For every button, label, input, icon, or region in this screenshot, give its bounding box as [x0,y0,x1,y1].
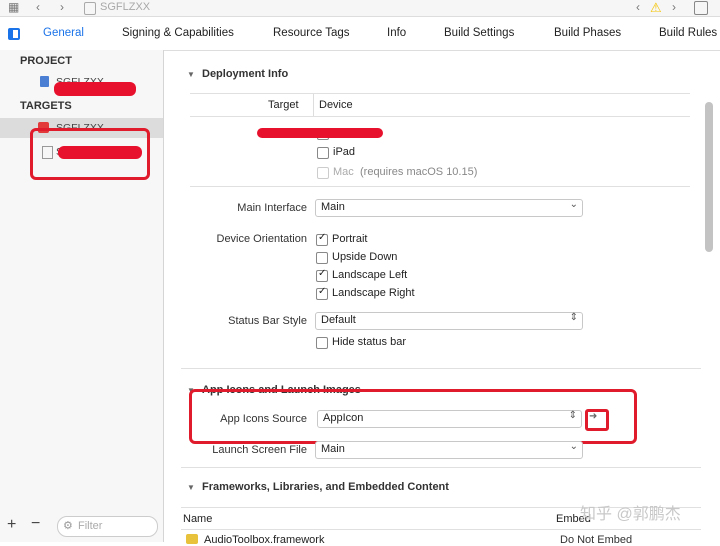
filter-icon: ⚙ [63,520,73,532]
main-interface-combobox[interactable]: Main ⌄ [315,199,583,217]
column-divider [313,94,314,116]
orientation-landscape-right-label: Landscape Right [332,287,415,299]
launch-screen-file-combobox[interactable]: Main ⌄ [315,441,583,459]
warning-icon[interactable]: ⚠ [650,0,662,16]
updown-chevron-icon: ⇕ [568,410,577,421]
breadcrumb-title[interactable]: SGFLZXX [100,1,150,13]
tab-resource-tags[interactable]: Resource Tags [273,27,350,39]
section-title-frameworks: Frameworks, Libraries, and Embedded Cont… [202,481,449,493]
divider [181,368,701,369]
add-editor-icon[interactable] [694,1,708,15]
orientation-landscape-left-label: Landscape Left [332,269,408,281]
disclosure-triangle-icon[interactable]: ▼ [187,70,195,79]
device-mac-label: Mac [333,166,354,178]
device-mac-requirement: (requires macOS 10.15) [360,166,478,178]
status-bar-style-value: Default [321,314,356,326]
framework-icon [186,534,198,544]
sidebar-toggle-icon[interactable] [8,28,20,40]
project-file-icon [40,76,49,87]
tab-general[interactable]: General [43,27,84,39]
launch-screen-file-label: Launch Screen File [212,444,307,456]
column-header-name: Name [183,513,213,525]
redaction-stroke [257,128,383,138]
checkbox-landscape-right[interactable] [316,286,328,300]
app-icons-source-value: AppIcon [323,412,364,424]
tab-signing-capabilities[interactable]: Signing & Capabilities [122,27,234,39]
redaction-stroke [58,146,142,159]
divider [190,116,690,117]
app-icons-source-label: App Icons Source [220,413,307,425]
checkbox-hide-status-bar[interactable] [316,337,328,349]
tab-build-rules[interactable]: Build Rules [659,27,717,39]
grid-icon[interactable]: ▦ [8,0,19,14]
add-icon[interactable]: + [7,516,16,534]
device-ipad-label: iPad [333,146,356,158]
file-icon [84,2,96,15]
checkbox-upside-down[interactable] [316,252,328,264]
jump-bar: ▦ ‹ › SGFLZXX ‹ ⚠ › [0,0,720,17]
redaction-stroke [54,82,136,96]
remove-icon[interactable]: − [31,515,40,533]
status-bar-style-popup[interactable]: Default ⇕ [315,312,583,330]
chevron-down-icon[interactable]: ⌄ [570,441,578,452]
section-title-deployment: Deployment Info [202,68,289,80]
chevron-down-icon[interactable]: ⌄ [570,199,578,210]
watermark: 知乎 @郭鹏杰 [580,506,681,523]
column-header-target: Target [268,99,299,111]
orientation-portrait-label: Portrait [332,233,368,245]
chevron-left-icon[interactable]: ‹ [636,0,640,14]
targets-header: TARGETS [20,100,72,112]
device-orientation-label: Device Orientation [216,233,308,245]
scrollbar[interactable] [705,102,713,252]
project-header: PROJECT [20,55,72,67]
go-to-asset-icon[interactable]: ➜ [589,411,597,422]
checkbox-mac [317,167,329,179]
app-icons-source-popup[interactable]: AppIcon ⇕ [317,410,582,428]
main-interface-label: Main Interface [237,202,307,214]
launch-screen-file-value: Main [321,443,345,455]
chevron-left-icon[interactable]: ‹ [36,0,40,14]
filter-placeholder: Filter [78,520,103,532]
chevron-right-icon[interactable]: › [60,0,64,14]
status-bar-style-label: Status Bar Style [228,315,307,327]
checkbox-landscape-left[interactable] [316,268,328,282]
chevron-right-icon[interactable]: › [672,0,676,14]
tab-build-settings[interactable]: Build Settings [444,27,514,39]
tab-info[interactable]: Info [387,27,406,39]
main-interface-value: Main [321,201,345,213]
checkbox-portrait[interactable] [316,232,328,246]
updown-chevron-icon: ⇕ [569,312,578,323]
column-header-device: Device [319,99,353,111]
divider [181,467,701,468]
tab-build-phases[interactable]: Build Phases [554,27,621,39]
divider [181,529,701,530]
filter-input[interactable]: ⚙ Filter [57,516,158,537]
divider [190,93,690,94]
disclosure-triangle-icon[interactable]: ▼ [187,483,195,492]
framework-row-embed[interactable]: Do Not Embed [560,534,632,546]
orientation-upside-down-label: Upside Down [332,251,398,263]
checkbox-ipad[interactable] [317,147,329,159]
divider [190,186,690,187]
framework-row-name[interactable]: AudioToolbox.framework [204,534,324,546]
hide-status-bar-label: Hide status bar [332,336,406,348]
